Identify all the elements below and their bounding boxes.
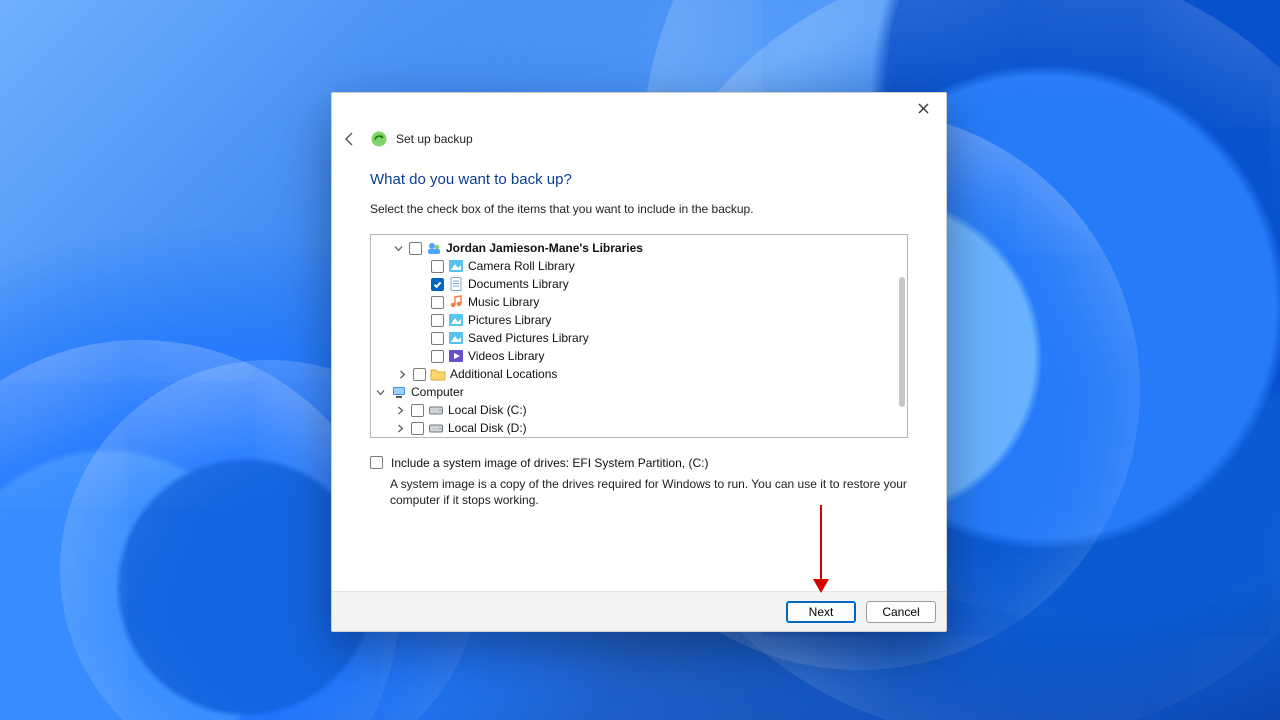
checkbox[interactable]: [431, 260, 444, 273]
cancel-button-label: Cancel: [882, 605, 919, 619]
system-image-description: A system image is a copy of the drives r…: [390, 476, 908, 508]
user-libraries-icon: [426, 240, 442, 256]
folder-icon: [430, 366, 446, 382]
close-icon: [918, 103, 929, 114]
tree-label: Videos Library: [468, 347, 545, 365]
chevron-down-icon[interactable]: [373, 388, 387, 397]
system-image-checkbox[interactable]: [370, 456, 383, 469]
tree-node-local-disk-c[interactable]: Local Disk (C:): [373, 401, 905, 419]
checkbox[interactable]: [431, 278, 444, 291]
tree-node-user-libraries[interactable]: Jordan Jamieson-Mane's Libraries: [373, 239, 905, 257]
wizard-footer: Next Cancel: [332, 591, 946, 631]
checkbox[interactable]: [431, 350, 444, 363]
chevron-right-icon[interactable]: [393, 424, 407, 433]
backup-items-tree: Jordan Jamieson-Mane's Libraries Camera …: [370, 234, 908, 438]
page-heading: What do you want to back up?: [370, 171, 908, 188]
desktop-background: Set up backup What do you want to back u…: [0, 0, 1280, 720]
tree-node-camera-roll[interactable]: Camera Roll Library: [373, 257, 905, 275]
checkbox[interactable]: [413, 368, 426, 381]
page-instruction: Select the check box of the items that y…: [370, 202, 908, 216]
video-icon: [448, 348, 464, 364]
tree-node-additional-locations[interactable]: Additional Locations: [373, 365, 905, 383]
checkbox[interactable]: [409, 242, 422, 255]
next-button-label: Next: [809, 605, 834, 619]
checkbox[interactable]: [411, 422, 424, 435]
checkbox[interactable]: [431, 332, 444, 345]
tree-node-videos[interactable]: Videos Library: [373, 347, 905, 365]
music-icon: [448, 294, 464, 310]
tree-node-saved-pictures[interactable]: Saved Pictures Library: [373, 329, 905, 347]
chevron-right-icon[interactable]: [393, 406, 407, 415]
close-button[interactable]: [906, 96, 940, 120]
back-arrow-icon: [342, 131, 358, 147]
tree-node-documents[interactable]: Documents Library: [373, 275, 905, 293]
tree-node-music[interactable]: Music Library: [373, 293, 905, 311]
tree-label: Camera Roll Library: [468, 257, 575, 275]
backup-wizard-window: Set up backup What do you want to back u…: [331, 92, 947, 632]
backup-wizard-icon: [370, 130, 388, 148]
computer-icon: [391, 384, 407, 400]
cancel-button[interactable]: Cancel: [866, 601, 936, 623]
wizard-title: Set up backup: [396, 132, 473, 146]
tree-node-local-disk-d[interactable]: Local Disk (D:): [373, 419, 905, 437]
tree-label: Additional Locations: [450, 365, 557, 383]
wizard-nav-row: Set up backup: [332, 123, 946, 161]
tree-label: Local Disk (D:): [448, 419, 527, 437]
next-button[interactable]: Next: [786, 601, 856, 623]
chevron-right-icon[interactable]: [395, 370, 409, 379]
tree-label: Pictures Library: [468, 311, 551, 329]
disk-icon: [428, 402, 444, 418]
document-icon: [448, 276, 464, 292]
checkbox[interactable]: [431, 296, 444, 309]
tree-label: Local Disk (C:): [448, 401, 527, 419]
tree-node-computer[interactable]: Computer: [373, 383, 905, 401]
scrollbar-thumb[interactable]: [899, 277, 905, 407]
wizard-content: What do you want to back up? Select the …: [332, 161, 946, 508]
checkbox[interactable]: [431, 314, 444, 327]
picture-icon: [448, 312, 464, 328]
tree-node-pictures[interactable]: Pictures Library: [373, 311, 905, 329]
tree-label: Music Library: [468, 293, 539, 311]
tree-label: Documents Library: [468, 275, 569, 293]
picture-icon: [448, 258, 464, 274]
window-titlebar: [332, 93, 946, 123]
system-image-row: Include a system image of drives: EFI Sy…: [370, 456, 908, 470]
tree-label: Jordan Jamieson-Mane's Libraries: [446, 239, 643, 257]
tree-label: Computer: [411, 383, 464, 401]
picture-icon: [448, 330, 464, 346]
system-image-label[interactable]: Include a system image of drives: EFI Sy…: [391, 456, 708, 470]
tree-scrollbar[interactable]: [895, 237, 905, 435]
checkbox[interactable]: [411, 404, 424, 417]
disk-icon: [428, 420, 444, 436]
chevron-down-icon[interactable]: [391, 244, 405, 253]
back-button[interactable]: [338, 127, 362, 151]
tree-label: Saved Pictures Library: [468, 329, 589, 347]
